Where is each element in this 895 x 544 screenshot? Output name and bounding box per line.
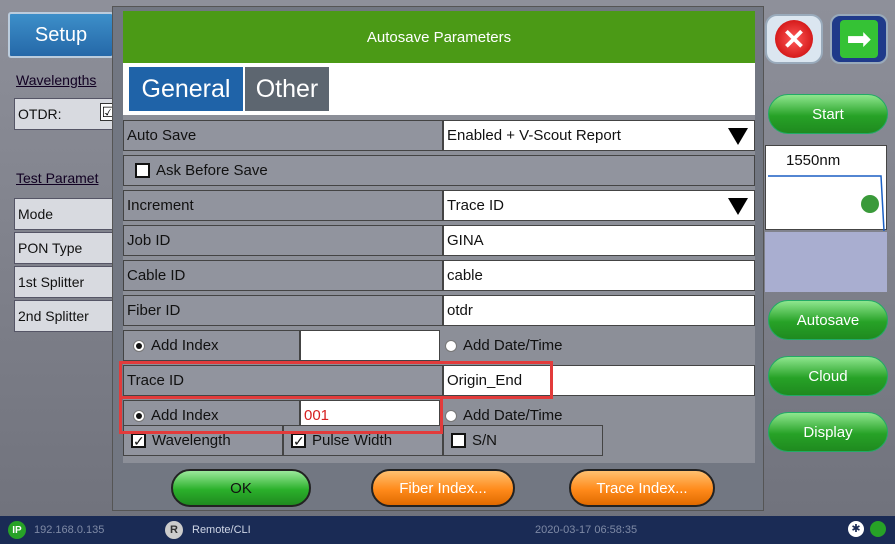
tab-other[interactable]: Other (245, 67, 329, 111)
auto-save-label: Auto Save (123, 120, 443, 151)
test-parameters-label: Test Paramet (16, 170, 99, 186)
ask-before-save-row[interactable]: Ask Before Save (123, 155, 755, 186)
fiber-id-input[interactable]: otdr (443, 295, 755, 326)
cable-id-label: Cable ID (123, 260, 443, 291)
start-button[interactable]: Start (768, 94, 888, 134)
second-splitter-item[interactable]: 2nd Splitter (14, 300, 114, 332)
remote-icon: R (165, 521, 183, 539)
pon-type-item[interactable]: PON Type (14, 232, 114, 264)
graph-panel (765, 232, 887, 292)
dialog-title: Autosave Parameters (123, 11, 755, 63)
trace-add-datetime-label: Add Date/Time (463, 407, 563, 424)
fiber-index-button[interactable]: Fiber Index... (371, 469, 515, 507)
ask-before-save-checkbox[interactable] (135, 163, 150, 178)
fiber-add-index-radio[interactable] (133, 339, 145, 352)
ip-address: 192.168.0.135 (34, 524, 105, 536)
fiber-id-label: Fiber ID (123, 295, 443, 326)
dropdown-arrow-icon (728, 128, 748, 145)
tab-bar: General Other (123, 63, 755, 115)
general-panel: Auto Save Enabled + V-Scout Report Ask B… (119, 115, 755, 463)
dropdown-arrow-icon (728, 198, 748, 215)
remote-cli-label: Remote/CLI (192, 524, 251, 536)
fiber-add-datetime-radio[interactable] (445, 339, 457, 352)
pulse-width-checkbox[interactable]: ✓ (291, 433, 306, 448)
autosave-dialog: Autosave Parameters General Other Auto S… (112, 6, 764, 511)
tab-general[interactable]: General (129, 67, 243, 111)
trace-curve-icon (768, 175, 885, 231)
ip-icon: IP (8, 521, 26, 539)
fiber-add-datetime-label: Add Date/Time (463, 337, 563, 354)
trace-index-button[interactable]: Trace Index... (569, 469, 715, 507)
auto-save-dropdown[interactable]: Enabled + V-Scout Report (443, 120, 755, 151)
ask-before-save-label: Ask Before Save (156, 162, 268, 179)
arrow-right-icon: ➡ (840, 20, 878, 58)
close-button[interactable]: ✕ (765, 14, 823, 64)
cable-id-input[interactable]: cable (443, 260, 755, 291)
trace-add-datetime-radio[interactable] (445, 409, 457, 422)
fiber-add-index-label: Add Index (151, 337, 219, 354)
power-icon (870, 521, 886, 537)
wavelength-checkbox[interactable]: ✓ (131, 433, 146, 448)
fiber-add-index-input[interactable] (300, 330, 440, 361)
increment-dropdown[interactable]: Trace ID (443, 190, 755, 221)
sn-checkbox[interactable] (451, 433, 466, 448)
auto-save-value: Enabled + V-Scout Report (447, 127, 621, 144)
fiber-add-index-option[interactable]: Add Index (123, 330, 300, 361)
fiber-add-datetime-option[interactable]: Add Date/Time (443, 330, 755, 361)
cloud-button[interactable]: Cloud (768, 356, 888, 396)
increment-value: Trace ID (447, 197, 504, 214)
trace-index-highlight (119, 396, 443, 434)
job-id-input[interactable]: GINA (443, 225, 755, 256)
first-splitter-item[interactable]: 1st Splitter (14, 266, 114, 298)
increment-label: Increment (123, 190, 443, 221)
ok-button[interactable]: OK (171, 469, 311, 507)
job-id-label: Job ID (123, 225, 443, 256)
display-button[interactable]: Display (768, 412, 888, 452)
bluetooth-icon: ✱ (848, 521, 864, 537)
otdr-row[interactable]: OTDR: (14, 98, 114, 130)
trace-id-highlight (119, 361, 553, 399)
trace-graph: 1550nm (765, 145, 887, 231)
close-icon: ✕ (775, 20, 813, 58)
otdr-label: OTDR: (18, 106, 62, 122)
status-bar: IP 192.168.0.135 R Remote/CLI 2020-03-17… (0, 516, 895, 544)
setup-tab[interactable]: Setup (8, 12, 114, 58)
next-button[interactable]: ➡ (830, 14, 888, 64)
sn-label: S/N (472, 432, 498, 449)
wavelength-label: Wavelength (152, 432, 231, 449)
sn-option[interactable]: S/N (443, 425, 603, 456)
mode-item[interactable]: Mode (14, 198, 114, 230)
pulse-width-label: Pulse Width (312, 432, 393, 449)
status-datetime: 2020-03-17 06:58:35 (535, 524, 638, 536)
wavelengths-label: Wavelengths (16, 72, 97, 88)
autosave-button[interactable]: Autosave (768, 300, 888, 340)
